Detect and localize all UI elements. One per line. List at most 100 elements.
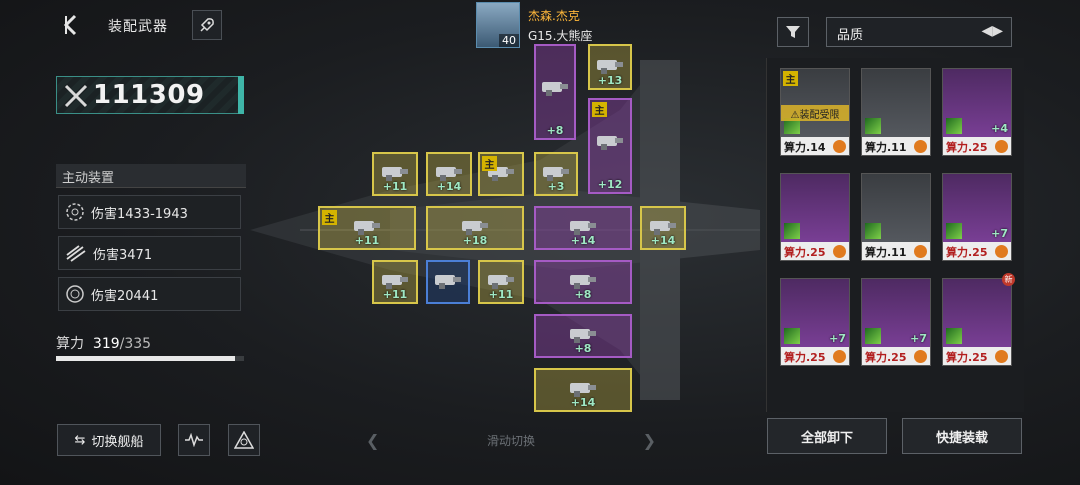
slot-level: +11: [354, 234, 380, 247]
equipment-slot[interactable]: +11: [478, 260, 524, 304]
weapon-icon: [597, 59, 623, 74]
inventory-card[interactable]: 算力.14 主 ⚠装配受限: [780, 68, 850, 156]
equipment-slot[interactable]: +11: [372, 152, 418, 196]
compute-label-text: 算力: [56, 336, 84, 352]
slot-level: +3: [547, 180, 565, 193]
main-slot-tag: 主: [592, 102, 607, 117]
weapon-icon: [597, 136, 623, 151]
inventory-card[interactable]: 算力.25 +7: [780, 278, 850, 366]
equipment-slot[interactable]: +3: [534, 152, 578, 196]
gear-icon: [914, 140, 927, 153]
slot-level: +14: [570, 396, 596, 409]
inventory-card[interactable]: 算力.11: [861, 68, 931, 156]
compute-current: 319: [92, 336, 120, 352]
swipe-hint-text: 滑动切换: [486, 433, 535, 448]
slot-level: +13: [597, 74, 623, 87]
equipment-slot[interactable]: +14: [534, 368, 632, 412]
inventory-card[interactable]: 算力.25 新: [942, 273, 1015, 366]
slot-level: +14: [570, 234, 596, 247]
inventory-card[interactable]: 算力.11: [861, 173, 931, 261]
rocket-icon: [200, 18, 214, 32]
chevron-right-icon[interactable]: ❯: [643, 431, 656, 450]
back-arrow-icon: [63, 14, 77, 36]
main-tag: 主: [783, 71, 798, 86]
gear-icon: [995, 350, 1008, 363]
equipment-slot[interactable]: [426, 260, 470, 304]
inventory-card[interactable]: 算力.25 +7: [942, 173, 1012, 261]
pilot-level: 40: [499, 34, 519, 47]
stat-row-1: 伤害1433-1943: [58, 195, 241, 229]
compute-label: 算力 319/335: [56, 333, 151, 353]
equipment-slot[interactable]: +8: [534, 44, 576, 140]
rocket-button[interactable]: [192, 10, 222, 40]
equipment-slot[interactable]: +11: [372, 260, 418, 304]
ship-name: G15.大熊座: [528, 29, 593, 43]
inventory-card[interactable]: 算力.25: [780, 173, 850, 261]
compute-bar: [56, 356, 244, 361]
equipment-slot[interactable]: +18: [426, 206, 524, 250]
rarity-icon: [784, 223, 800, 239]
equipment-slot[interactable]: 主: [478, 152, 524, 196]
compute-max: 335: [124, 336, 152, 352]
rarity-icon: [946, 118, 962, 134]
gear-icon: [833, 350, 846, 363]
card-level: +7: [910, 332, 927, 345]
main-slot-tag: 主: [482, 156, 497, 171]
equipment-slot[interactable]: +8: [534, 314, 632, 358]
rarity-icon: [946, 223, 962, 239]
inventory-card[interactable]: 算力.25 +7: [861, 278, 931, 366]
combat-power-box: 111309: [56, 76, 244, 114]
inventory-panel[interactable]: 算力.14 主 ⚠装配受限 算力.11 算力.25 +4 算力.25 算力.11 算力.25 +7…: [766, 58, 1024, 412]
slot-level: +11: [382, 180, 408, 193]
main-slot-tag: 主: [322, 210, 337, 225]
equip-limit-badge: ⚠装配受限: [781, 105, 849, 121]
sort-label: 品质: [837, 28, 864, 43]
filter-button[interactable]: [777, 17, 809, 47]
unload-all-button[interactable]: 全部卸下: [767, 418, 887, 454]
pilot-name: 杰森.杰克: [528, 9, 580, 23]
gear-icon: [995, 140, 1008, 153]
slot-level: +8: [546, 124, 564, 137]
stat-row-3: 伤害20441: [58, 277, 241, 311]
sort-dropdown[interactable]: 品质 ◀▶: [826, 17, 1012, 47]
stat-label-2: 伤害3471: [93, 247, 153, 263]
power-box-accent: [238, 76, 244, 114]
swap-arrows-icon: ⇆: [74, 432, 86, 448]
gear-icon: [833, 140, 846, 153]
slot-level: +18: [462, 234, 488, 247]
equipment-slot[interactable]: +14: [426, 152, 472, 196]
active-device-header: 主动装置: [56, 164, 246, 188]
switch-ship-button[interactable]: ⇆ 切换舰船: [57, 424, 161, 456]
rarity-icon: [946, 328, 962, 344]
gear-icon: [995, 245, 1008, 258]
slot-level: +12: [597, 178, 623, 191]
slot-level: +14: [650, 234, 676, 247]
fleet-button[interactable]: [228, 424, 260, 456]
combat-power-value: 111309: [93, 80, 205, 110]
card-level: +4: [991, 122, 1008, 135]
chevron-left-icon[interactable]: ❮: [366, 431, 379, 450]
stat-label-1: 伤害1433-1943: [91, 206, 188, 222]
equipment-slot[interactable]: 主 +12: [588, 98, 632, 194]
equipment-slot[interactable]: 主 +11: [318, 206, 416, 250]
slot-level: +11: [488, 288, 514, 301]
slot-level: +14: [436, 180, 462, 193]
quick-equip-button[interactable]: 快捷装载: [902, 418, 1022, 454]
back-button[interactable]: [58, 12, 84, 38]
switch-ship-label: 切换舰船: [91, 434, 144, 450]
equipment-slot[interactable]: +8: [534, 260, 632, 304]
new-badge: 新: [1002, 273, 1015, 286]
waveform-icon: [185, 433, 203, 447]
slot-level: +8: [574, 342, 592, 355]
slot-level: +11: [382, 288, 408, 301]
crossed-swords-icon: [64, 84, 88, 108]
equipment-slot[interactable]: +14: [534, 206, 632, 250]
sort-toggle-icon: ◀▶: [981, 23, 1003, 39]
waveform-button[interactable]: [178, 424, 210, 456]
inventory-card[interactable]: 算力.25 +4: [942, 68, 1012, 156]
equipment-slot[interactable]: +14: [640, 206, 686, 250]
pilot-avatar[interactable]: 40: [476, 2, 520, 48]
equipment-slot[interactable]: +13: [588, 44, 632, 90]
slash-claw-icon: [66, 245, 86, 262]
rarity-icon: [865, 118, 881, 134]
